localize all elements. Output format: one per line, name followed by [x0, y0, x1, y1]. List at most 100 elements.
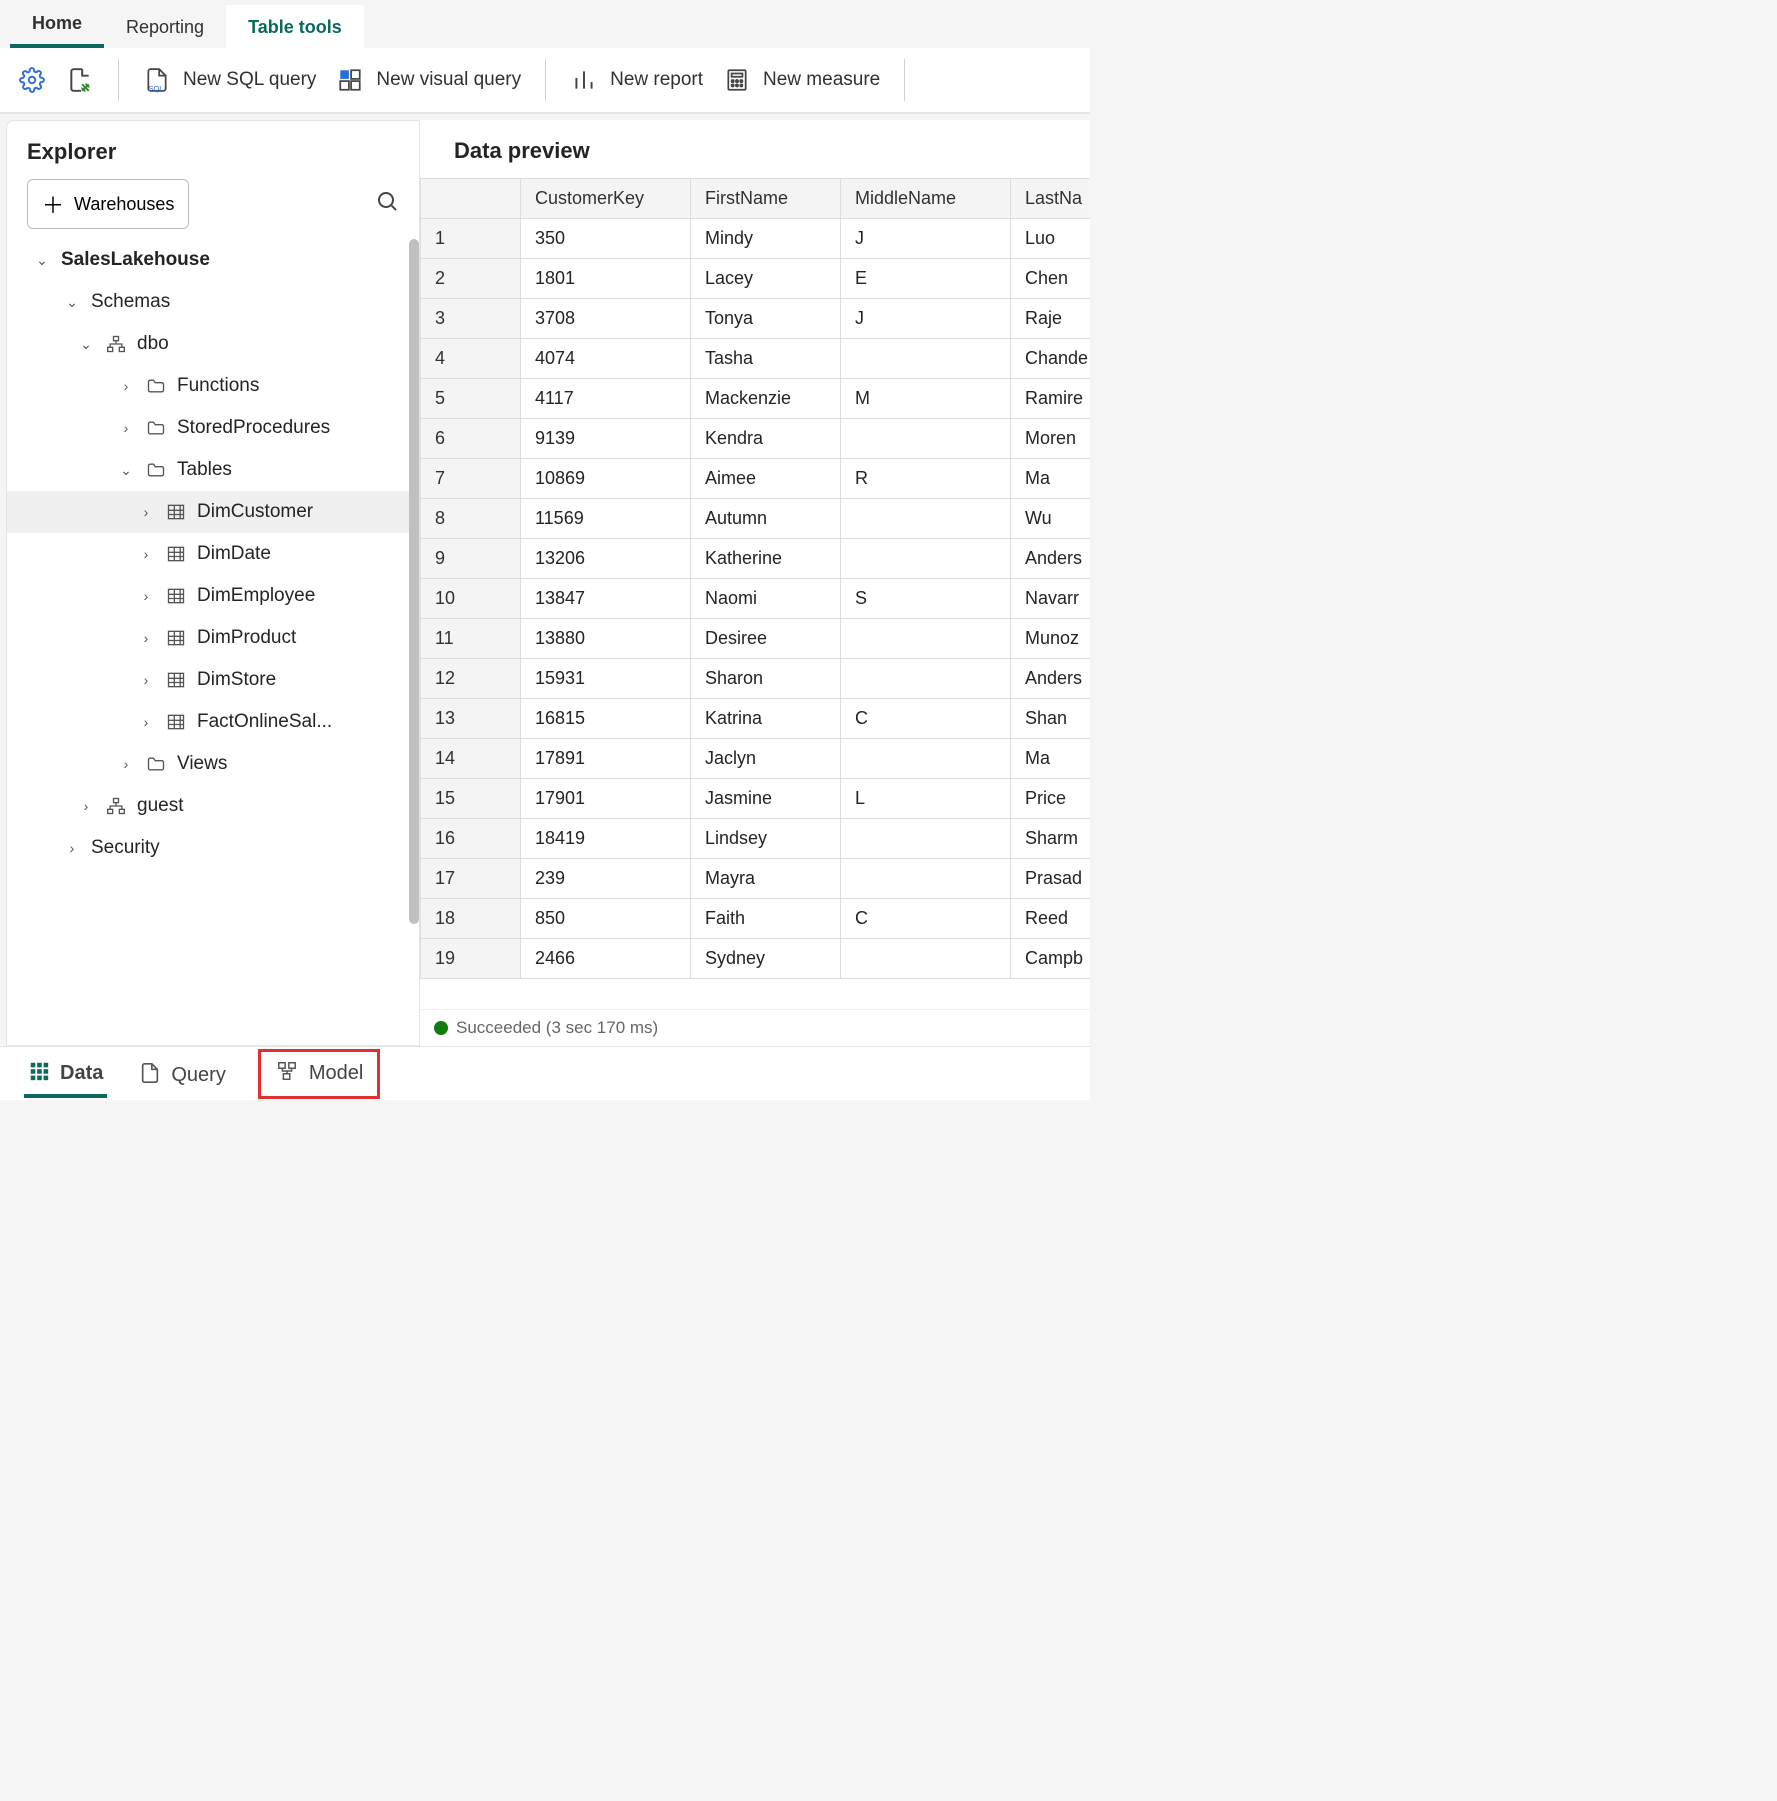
- ribbon-tab-home[interactable]: Home: [10, 1, 104, 48]
- cell[interactable]: Faith: [691, 899, 841, 939]
- cell[interactable]: Desiree: [691, 619, 841, 659]
- table-row[interactable]: 1316815KatrinaCShan: [421, 699, 1091, 739]
- cell[interactable]: Reed: [1011, 899, 1091, 939]
- column-header[interactable]: FirstName: [691, 179, 841, 219]
- cell[interactable]: 4117: [521, 379, 691, 419]
- cell[interactable]: Tasha: [691, 339, 841, 379]
- table-row[interactable]: 1215931SharonAnders: [421, 659, 1091, 699]
- cell[interactable]: J: [841, 299, 1011, 339]
- refresh-icon[interactable]: [66, 66, 94, 94]
- bottom-tab-query[interactable]: Query: [135, 1052, 229, 1096]
- tree-table-item[interactable]: ›DimStore: [7, 659, 419, 701]
- cell[interactable]: Mackenzie: [691, 379, 841, 419]
- cell[interactable]: Tonya: [691, 299, 841, 339]
- column-header[interactable]: LastNa: [1011, 179, 1091, 219]
- cell[interactable]: 13880: [521, 619, 691, 659]
- tree-table-item[interactable]: ›DimEmployee: [7, 575, 419, 617]
- cell[interactable]: Sydney: [691, 939, 841, 979]
- table-row[interactable]: 33708TonyaJRaje: [421, 299, 1091, 339]
- table-row[interactable]: 1350MindyJLuo: [421, 219, 1091, 259]
- column-header[interactable]: MiddleName: [841, 179, 1011, 219]
- cell[interactable]: Sharon: [691, 659, 841, 699]
- cell[interactable]: 18419: [521, 819, 691, 859]
- cell[interactable]: 2466: [521, 939, 691, 979]
- table-row[interactable]: 1113880DesireeMunoz: [421, 619, 1091, 659]
- bottom-tab-model[interactable]: Model: [271, 1054, 367, 1094]
- cell[interactable]: 17891: [521, 739, 691, 779]
- cell[interactable]: Anders: [1011, 659, 1091, 699]
- new-report-button[interactable]: New report: [570, 66, 703, 94]
- cell[interactable]: Raje: [1011, 299, 1091, 339]
- cell[interactable]: Jaclyn: [691, 739, 841, 779]
- tree-tables[interactable]: ⌄ Tables: [7, 449, 419, 491]
- cell[interactable]: Ma: [1011, 459, 1091, 499]
- tree-functions[interactable]: › Functions: [7, 365, 419, 407]
- cell[interactable]: Lindsey: [691, 819, 841, 859]
- cell[interactable]: Jasmine: [691, 779, 841, 819]
- cell[interactable]: Price: [1011, 779, 1091, 819]
- tree-root-saleslakehouse[interactable]: ⌄ SalesLakehouse: [7, 239, 419, 281]
- tree-views[interactable]: › Views: [7, 743, 419, 785]
- cell[interactable]: Ma: [1011, 739, 1091, 779]
- cell[interactable]: 17901: [521, 779, 691, 819]
- cell[interactable]: Chande: [1011, 339, 1091, 379]
- cell[interactable]: [841, 819, 1011, 859]
- cell[interactable]: 13847: [521, 579, 691, 619]
- tree-guest[interactable]: › guest: [7, 785, 419, 827]
- cell[interactable]: [841, 859, 1011, 899]
- cell[interactable]: M: [841, 379, 1011, 419]
- cell[interactable]: Prasad: [1011, 859, 1091, 899]
- cell[interactable]: Moren: [1011, 419, 1091, 459]
- cell[interactable]: Mindy: [691, 219, 841, 259]
- cell[interactable]: Anders: [1011, 539, 1091, 579]
- tree-schemas[interactable]: ⌄ Schemas: [7, 281, 419, 323]
- table-row[interactable]: 1618419LindseySharm: [421, 819, 1091, 859]
- tree-dbo[interactable]: ⌄ dbo: [7, 323, 419, 365]
- cell[interactable]: [841, 339, 1011, 379]
- cell[interactable]: R: [841, 459, 1011, 499]
- table-row[interactable]: 192466SydneyCampb: [421, 939, 1091, 979]
- tree-table-item[interactable]: ›DimProduct: [7, 617, 419, 659]
- add-warehouses-button[interactable]: ＋ Warehouses: [27, 179, 189, 229]
- cell[interactable]: 16815: [521, 699, 691, 739]
- bottom-tab-data[interactable]: Data: [24, 1050, 107, 1098]
- cell[interactable]: C: [841, 899, 1011, 939]
- cell[interactable]: Ramire: [1011, 379, 1091, 419]
- cell[interactable]: Munoz: [1011, 619, 1091, 659]
- ribbon-tab-table-tools[interactable]: Table tools: [226, 5, 364, 48]
- cell[interactable]: [841, 659, 1011, 699]
- table-row[interactable]: 17239MayraPrasad: [421, 859, 1091, 899]
- cell[interactable]: Wu: [1011, 499, 1091, 539]
- table-row[interactable]: 811569AutumnWu: [421, 499, 1091, 539]
- cell[interactable]: 11569: [521, 499, 691, 539]
- cell[interactable]: 9139: [521, 419, 691, 459]
- cell[interactable]: 13206: [521, 539, 691, 579]
- column-header[interactable]: CustomerKey: [521, 179, 691, 219]
- table-row[interactable]: 44074TashaChande: [421, 339, 1091, 379]
- table-row[interactable]: 69139KendraMoren: [421, 419, 1091, 459]
- cell[interactable]: 850: [521, 899, 691, 939]
- cell[interactable]: Katrina: [691, 699, 841, 739]
- cell[interactable]: E: [841, 259, 1011, 299]
- cell[interactable]: [841, 419, 1011, 459]
- search-icon[interactable]: [375, 189, 399, 219]
- cell[interactable]: Campb: [1011, 939, 1091, 979]
- gear-icon[interactable]: [18, 66, 46, 94]
- cell[interactable]: Luo: [1011, 219, 1091, 259]
- scrollbar[interactable]: [409, 239, 419, 1045]
- table-row[interactable]: 913206KatherineAnders: [421, 539, 1091, 579]
- table-row[interactable]: 1517901JasmineLPrice: [421, 779, 1091, 819]
- table-row[interactable]: 1417891JaclynMa: [421, 739, 1091, 779]
- cell[interactable]: C: [841, 699, 1011, 739]
- table-row[interactable]: 18850FaithCReed: [421, 899, 1091, 939]
- tree-table-item[interactable]: ›FactOnlineSal...: [7, 701, 419, 743]
- cell[interactable]: 4074: [521, 339, 691, 379]
- table-row[interactable]: 710869AimeeRMa: [421, 459, 1091, 499]
- cell[interactable]: Katherine: [691, 539, 841, 579]
- cell[interactable]: 15931: [521, 659, 691, 699]
- cell[interactable]: Kendra: [691, 419, 841, 459]
- new-visual-query-button[interactable]: New visual query: [336, 66, 521, 94]
- cell[interactable]: S: [841, 579, 1011, 619]
- new-measure-button[interactable]: New measure: [723, 66, 880, 94]
- cell[interactable]: [841, 939, 1011, 979]
